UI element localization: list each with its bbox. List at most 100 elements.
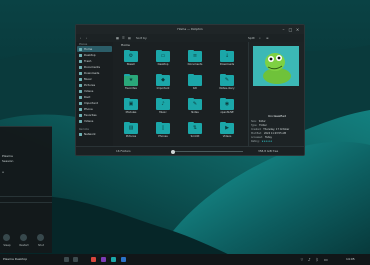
folder-icon: ▶ [220, 121, 234, 134]
free-space: 358,8 GiB free [258, 149, 279, 153]
folder-icon: ✎ [220, 73, 234, 86]
desktop-switcher-icon[interactable] [64, 257, 69, 262]
bookmark-icon [79, 101, 82, 105]
file-name: Steam [126, 63, 136, 66]
sleep-label: Sleep [3, 244, 11, 247]
file-item[interactable]: ▭ Desktop [152, 49, 174, 70]
launcher-label[interactable]: Plasma Desktop [3, 257, 27, 261]
shutdown-icon[interactable] [37, 234, 44, 241]
file-item[interactable]: ▣ Modules [120, 97, 142, 118]
folder-icon: ≡ [188, 49, 202, 62]
file-name: Downloads [219, 63, 235, 66]
compact-view-icon[interactable]: ▤ [128, 35, 131, 41]
forward-icon[interactable]: › [86, 35, 87, 41]
file-item[interactable]: Kdl [184, 73, 206, 94]
clock[interactable]: 14:05 [346, 257, 355, 262]
breadcrumb[interactable]: Home [121, 43, 130, 47]
file-item[interactable]: ♪ Music [152, 97, 174, 118]
folder-icon: ▯ [156, 121, 170, 134]
desktop-switcher-icon[interactable] [73, 257, 78, 262]
info-row: Type: Folder [251, 124, 267, 127]
folder-icon: ⚙ [124, 49, 138, 62]
folder-icon: ▨ [124, 121, 138, 134]
file-name: openSUSE [220, 111, 234, 114]
file-item[interactable]: ⚙ Steam [120, 49, 142, 70]
info-row: Rating: ★★★★★ [251, 140, 273, 143]
file-name: Phones [158, 135, 168, 138]
browser-icon[interactable] [91, 257, 96, 262]
app-icon[interactable] [121, 257, 126, 262]
battery-icon[interactable]: ▭ [324, 257, 328, 262]
file-manager-window: Home — Dolphin – □ × ‹ › ▦ ☰ ▤ Sort by S… [75, 24, 305, 156]
folder-icon [188, 73, 202, 86]
zoom-slider[interactable] [171, 149, 243, 154]
restart-icon[interactable] [20, 234, 27, 241]
folder-icon: ▭ [156, 49, 170, 62]
search-icon[interactable]: ⌕ [259, 35, 261, 41]
minimize-icon[interactable]: – [281, 27, 286, 32]
trash-icon [79, 59, 82, 63]
shutdown-label: Shut [38, 244, 44, 247]
download-icon: ↓ [224, 53, 230, 59]
file-item[interactable]: ★ Favorites [120, 73, 142, 94]
file-item[interactable]: ✎ Notes-diary [216, 73, 238, 94]
window-title: Home — Dolphin [177, 27, 203, 31]
file-item[interactable]: ▨ Pictures [120, 121, 142, 142]
sleep-icon[interactable] [3, 234, 10, 241]
file-name: Important [156, 87, 170, 90]
file-item[interactable]: ⇅ Scrollit [184, 121, 206, 142]
steam-icon: ⚙ [128, 53, 134, 59]
network-icon[interactable]: ⌔ [300, 257, 304, 262]
bookmark-icon: ◆ [161, 77, 165, 83]
maximize-icon[interactable]: □ [288, 27, 293, 32]
split-button[interactable]: Split [248, 35, 255, 41]
picture-icon: ▨ [128, 125, 134, 131]
download-icon [79, 71, 82, 75]
document-icon: ≡ [192, 53, 198, 59]
file-name: Scrollit [190, 135, 200, 138]
star-icon: ★ [128, 77, 134, 83]
file-item[interactable]: ↓ Downloads [216, 49, 238, 70]
icons-view-icon[interactable]: ▦ [116, 35, 119, 41]
toolbar: ‹ › ▦ ☰ ▤ Sort by Split ⌕ ≡ [76, 34, 304, 42]
picture-icon [79, 83, 82, 87]
bluetooth-icon[interactable]: ᛒ [316, 257, 318, 262]
file-item[interactable]: ▯ Phones [152, 121, 174, 142]
music-icon [79, 77, 82, 81]
file-item[interactable]: ▶ Videos [216, 121, 238, 142]
file-item[interactable]: ◉ openSUSE [216, 97, 238, 118]
zoom-slider-handle[interactable] [171, 149, 175, 154]
volume-icon[interactable]: ♪ [308, 257, 311, 262]
sort-button[interactable]: Sort by [136, 35, 147, 41]
file-manager-icon[interactable] [111, 257, 116, 262]
folder-icon: ♪ [156, 97, 170, 110]
file-item[interactable]: ✎ Notes [184, 97, 206, 118]
file-item[interactable]: ◆ Important [152, 73, 174, 94]
video-icon [79, 89, 82, 93]
video-icon [79, 119, 82, 123]
home-icon [79, 47, 82, 51]
session-panel: Plasma Session u Sleep Restart Shut [0, 126, 52, 253]
title-bar[interactable]: Home — Dolphin – □ × [76, 25, 304, 34]
sidebar-item-network[interactable]: Network [77, 131, 112, 137]
network-icon [79, 132, 82, 136]
phone-icon [79, 107, 82, 111]
menu-icon[interactable]: ≡ [266, 35, 269, 41]
preview-image [253, 46, 299, 86]
sidebar-item-videos-2[interactable]: Videos [77, 118, 112, 124]
status-bar: 16 Folders 358,8 GiB free [76, 146, 304, 155]
panel-text-2: Session [2, 159, 14, 163]
close-icon[interactable]: × [295, 27, 300, 32]
file-name: Notes-diary [219, 87, 235, 90]
file-name: Pictures [125, 135, 137, 138]
file-name: Documents [187, 63, 203, 66]
phone-icon: ▯ [161, 125, 165, 131]
info-row: Created: Thursday, 17 October [251, 128, 290, 131]
note-icon: ✎ [192, 101, 198, 107]
file-item[interactable]: ≡ Documents [184, 49, 206, 70]
details-view-icon[interactable]: ☰ [122, 35, 125, 41]
app-icon[interactable] [101, 257, 106, 262]
places-sidebar: Places Home Desktop Trash Documents Down… [76, 42, 113, 146]
back-icon[interactable]: ‹ [80, 35, 81, 41]
panel-text-4: u [2, 170, 4, 174]
